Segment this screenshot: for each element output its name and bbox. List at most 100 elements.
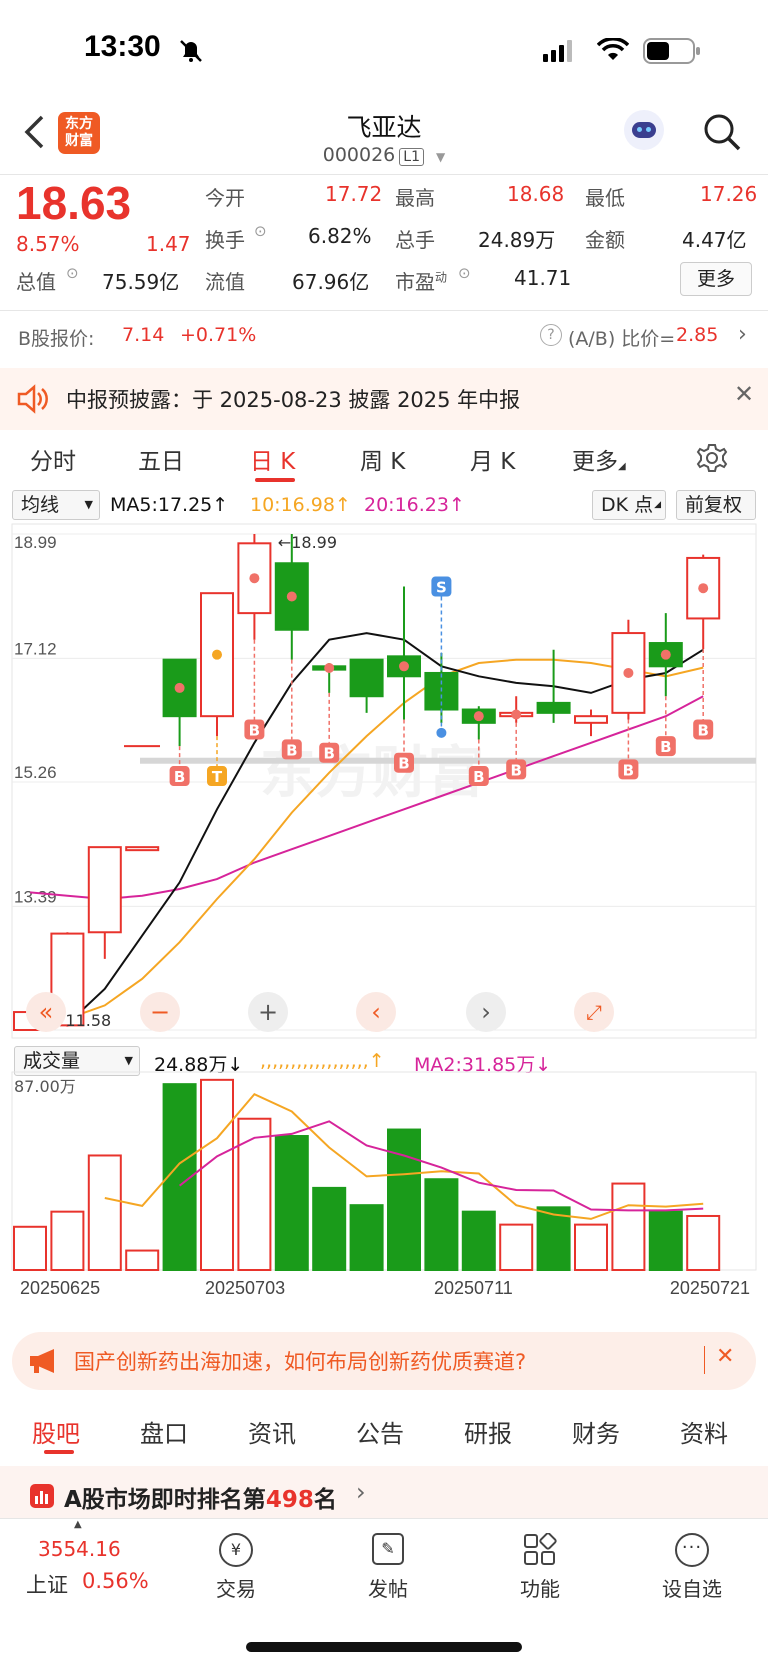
yen-icon: ¥ bbox=[219, 1533, 253, 1567]
x-date-label: 20250625 bbox=[20, 1278, 100, 1298]
ab-ratio-value: 2.85 bbox=[676, 324, 719, 346]
volume-bar bbox=[274, 1135, 309, 1271]
pe-label: 市盈动 bbox=[395, 270, 448, 294]
promo-banner[interactable]: 国产创新药出海加速，如何布局创新药优质赛道? ✕ bbox=[12, 1332, 756, 1390]
info-icon[interactable]: ⊙ bbox=[458, 264, 471, 282]
tab-research[interactable]: 研报 bbox=[464, 1414, 512, 1449]
volume-value: 24.89万 bbox=[478, 228, 556, 252]
signal-dot bbox=[324, 662, 335, 673]
market-rank-row[interactable]: A股市场即时排名第498名 › bbox=[0, 1466, 768, 1526]
adjust-price-dropdown[interactable]: 前复权 bbox=[676, 490, 756, 520]
tab-five-day[interactable]: 五日 bbox=[138, 442, 184, 476]
close-icon[interactable]: ✕ bbox=[716, 1344, 734, 1369]
code-dropdown-icon[interactable]: ▼ bbox=[436, 150, 445, 164]
signal-label: B bbox=[510, 761, 521, 779]
edit-icon: ✎ bbox=[372, 1533, 404, 1565]
tab-intraday[interactable]: 分时 bbox=[30, 442, 76, 476]
volume-bar bbox=[574, 1223, 608, 1272]
battery-icon bbox=[643, 38, 700, 64]
stock-code-text: 000026 bbox=[322, 144, 396, 166]
b-share-pct: +0.71% bbox=[180, 324, 257, 346]
assistant-robot-icon[interactable] bbox=[624, 110, 664, 150]
search-icon[interactable] bbox=[702, 112, 742, 152]
info-icon[interactable]: ⊙ bbox=[254, 222, 267, 240]
active-tab-indicator bbox=[255, 478, 295, 482]
speaker-icon bbox=[17, 384, 48, 414]
tab-announcement[interactable]: 公告 bbox=[356, 1414, 404, 1449]
signal-dot bbox=[473, 711, 484, 722]
volume-bar bbox=[349, 1204, 384, 1271]
notice-bar[interactable]: 中报预披露：于 2025-08-23 披露 2025 年中报 ✕ bbox=[0, 368, 768, 430]
settings-gear-icon[interactable] bbox=[696, 442, 728, 474]
fullscreen-icon[interactable]: ⤢ bbox=[574, 992, 614, 1032]
tab-pankou[interactable]: 盘口 bbox=[140, 1414, 188, 1449]
signal-dot bbox=[698, 583, 709, 594]
volume-chart[interactable]: 87.00万 20250625 20250703 20250711 20250721 bbox=[0, 1040, 768, 1300]
zoom-in-icon[interactable]: + bbox=[248, 992, 288, 1032]
tab-news[interactable]: 资讯 bbox=[248, 1414, 296, 1449]
candle-body bbox=[574, 715, 608, 724]
trade-button[interactable]: ¥ 交易 bbox=[186, 1533, 286, 1602]
chevron-right-icon: › bbox=[356, 1478, 366, 1506]
close-icon[interactable]: ✕ bbox=[734, 380, 754, 408]
index-name: 上证 bbox=[26, 1573, 68, 1597]
tab-daily-k[interactable]: 日 K bbox=[250, 442, 295, 476]
tab-guba[interactable]: 股吧 bbox=[32, 1414, 80, 1449]
signal-dot bbox=[511, 709, 522, 720]
volume-bar bbox=[87, 1154, 122, 1271]
volume-bar bbox=[387, 1128, 421, 1271]
period-tabs: 分时 五日 日 K 周 K 月 K 更多◢ bbox=[0, 430, 768, 490]
signal-dot bbox=[623, 667, 634, 678]
stock-header: 飞亚达 000026 L1 ▼ bbox=[0, 100, 768, 174]
add-watchlist-button[interactable]: ··· 设自选 bbox=[642, 1533, 742, 1602]
signal-label: B bbox=[697, 721, 708, 739]
eastmoney-logo: 东方 财富 bbox=[58, 112, 100, 154]
volume-bar bbox=[499, 1223, 534, 1272]
more-button[interactable]: 更多 bbox=[680, 262, 752, 296]
b-share-row[interactable]: B股报价: 7.14 +0.71% ? (A/B) 比价= 2.85 › bbox=[0, 312, 768, 360]
change-amount: 1.47 bbox=[146, 232, 191, 256]
open-label: 今开 bbox=[205, 186, 245, 210]
volume-max-label: 87.00万 bbox=[14, 1077, 76, 1096]
y-tick-label: 13.39 bbox=[14, 887, 57, 906]
help-icon[interactable]: ? bbox=[540, 324, 562, 346]
signal-label: B bbox=[398, 755, 409, 773]
high-label: 最高 bbox=[395, 186, 435, 210]
next-icon[interactable]: › bbox=[466, 992, 506, 1032]
k-line-chart[interactable]: 18.9917.1215.2613.3911.53东方财富BTBBBBSBBBB… bbox=[0, 522, 768, 1040]
dk-point-dropdown[interactable]: DK 点 ◢ bbox=[592, 490, 666, 520]
volume-bar bbox=[648, 1210, 683, 1271]
market-cap-value: 75.59亿 bbox=[102, 270, 180, 294]
banner-text: 国产创新药出海加速，如何布局创新药优质赛道? bbox=[74, 1350, 527, 1374]
min-price-label: 11.58 bbox=[65, 1011, 111, 1030]
info-icon[interactable]: ⊙ bbox=[66, 264, 79, 282]
float-cap-label: 流值 bbox=[205, 270, 245, 294]
zoom-out-icon[interactable]: − bbox=[140, 992, 180, 1032]
rank-chart-icon bbox=[30, 1484, 54, 1508]
active-subtab-indicator bbox=[44, 1450, 74, 1454]
ma20-value: 20:16.23↑ bbox=[364, 494, 465, 516]
tab-weekly-k[interactable]: 周 K bbox=[360, 442, 405, 476]
candle-body bbox=[349, 658, 384, 698]
tab-more[interactable]: 更多◢ bbox=[572, 442, 626, 476]
ab-ratio-label: (A/B) 比价= bbox=[568, 328, 676, 350]
post-button[interactable]: ✎ 发帖 bbox=[338, 1533, 438, 1602]
function-button[interactable]: 功能 bbox=[490, 1533, 590, 1602]
index-value[interactable]: 3554.16 bbox=[38, 1537, 121, 1561]
max-price-label: ←18.99 bbox=[278, 533, 337, 552]
ma-dropdown[interactable]: 均线 ▼ bbox=[12, 490, 100, 520]
prev-icon[interactable]: ‹ bbox=[356, 992, 396, 1032]
mute-bell-icon bbox=[180, 40, 202, 62]
b-share-price: 7.14 bbox=[122, 324, 165, 346]
b-share-label: B股报价: bbox=[18, 328, 95, 350]
rewind-icon[interactable]: « bbox=[26, 992, 66, 1032]
volume-bar bbox=[686, 1214, 721, 1271]
tab-finance[interactable]: 财务 bbox=[572, 1414, 620, 1449]
x-date-label: 20250721 bbox=[670, 1278, 750, 1298]
signal-dot bbox=[399, 661, 409, 672]
signal-dot bbox=[286, 591, 297, 602]
more-dots-icon: ··· bbox=[675, 1533, 709, 1567]
signal-dot bbox=[436, 727, 447, 738]
tab-monthly-k[interactable]: 月 K bbox=[470, 442, 515, 476]
tab-profile[interactable]: 资料 bbox=[680, 1414, 728, 1449]
